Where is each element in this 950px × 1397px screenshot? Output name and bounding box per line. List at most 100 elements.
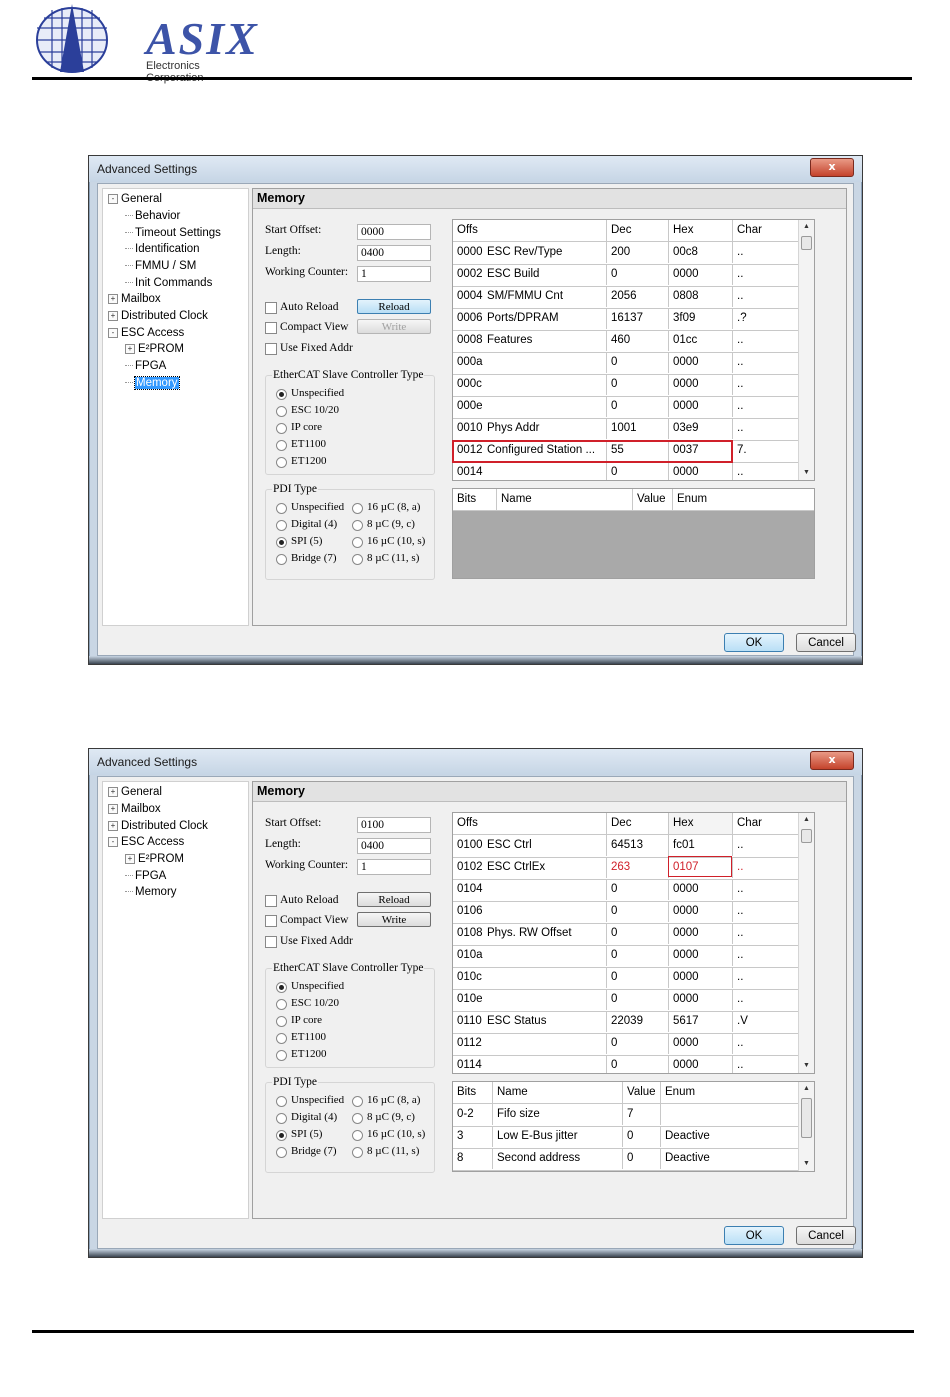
ok-button[interactable]: OK — [724, 1226, 784, 1245]
cell-hex[interactable]: 03e9 — [669, 418, 733, 439]
table-row[interactable]: 0114 0 0000.. — [453, 1055, 799, 1073]
radio-pdi-bridge[interactable] — [276, 1147, 287, 1158]
expand-icon[interactable]: + — [125, 343, 135, 354]
scroll-up-icon[interactable]: ▲ — [799, 220, 814, 234]
cell-dec[interactable]: 1001 — [607, 418, 669, 439]
cancel-button[interactable]: Cancel — [796, 1226, 856, 1245]
cell-hex[interactable]: 01cc — [669, 330, 733, 351]
bits-cell-name[interactable]: Fifo size — [493, 1104, 623, 1125]
table-row[interactable]: 000e 0 0000.. — [453, 396, 799, 419]
cell-dec[interactable]: 0 — [607, 945, 669, 966]
close-button[interactable]: x — [810, 751, 854, 770]
scroll-thumb[interactable] — [801, 829, 812, 843]
col-bits[interactable]: Bits — [453, 489, 497, 510]
start-offset-input[interactable]: 0100 — [357, 817, 431, 833]
settings-tree[interactable]: + General + Mailbox + Distributed Clock - ES… — [102, 781, 249, 1219]
bits-cell-value[interactable]: 0 — [623, 1126, 661, 1147]
tree-item-fpga[interactable]: FPGA — [125, 868, 166, 884]
cell-name[interactable]: ESC Build — [483, 264, 607, 285]
bits-row[interactable]: 3 Low E-Bus jitter 0 Deactive — [453, 1126, 799, 1149]
cell-offs[interactable]: 0000 — [453, 242, 483, 263]
cell-name[interactable]: Features — [483, 330, 607, 351]
write-button[interactable]: Write — [357, 912, 431, 927]
compact-view-checkbox[interactable] — [265, 915, 277, 927]
cell-offs[interactable]: 0014 — [453, 462, 483, 480]
cell-dec[interactable]: 0 — [607, 901, 669, 922]
cell-hex[interactable]: 0000 — [669, 945, 733, 966]
cell-name[interactable]: SM/FMMU Cnt — [483, 286, 607, 307]
use-fixed-addr-checkbox[interactable] — [265, 936, 277, 948]
cell-char[interactable]: .. — [733, 1055, 799, 1073]
cell-char[interactable]: .. — [733, 945, 799, 966]
radio-pdi-16uc-10s[interactable] — [352, 537, 363, 548]
expand-icon[interactable]: + — [108, 293, 118, 304]
cell-char[interactable]: .. — [733, 330, 799, 351]
memory-table[interactable]: Offs Dec Hex Char 0100 ESC Ctrl 64513 fc01.… — [452, 812, 815, 1074]
table-row[interactable]: 0102 ESC CtrlEx 263 0107.. — [453, 857, 799, 880]
radio-esc-unspecified[interactable] — [276, 982, 287, 993]
radio-esc-10-20[interactable] — [276, 406, 287, 417]
tree-item-esc-access[interactable]: - ESC Access — [108, 325, 184, 341]
cell-offs[interactable]: 0110 — [453, 1011, 483, 1032]
cell-hex[interactable]: 0808 — [669, 286, 733, 307]
cell-name[interactable]: Phys. RW Offset — [483, 923, 607, 944]
col-hex[interactable]: Hex — [669, 813, 733, 834]
cell-char[interactable]: .. — [733, 286, 799, 307]
auto-reload-checkbox[interactable] — [265, 302, 277, 314]
table-row[interactable]: 0000 ESC Rev/Type 200 00c8.. — [453, 242, 799, 265]
cell-dec[interactable]: 200 — [607, 242, 669, 263]
scroll-thumb[interactable] — [801, 236, 812, 250]
cell-offs[interactable]: 0008 — [453, 330, 483, 351]
bits-cell-enum[interactable]: Deactive — [661, 1148, 799, 1169]
cell-hex[interactable]: 0000 — [669, 396, 733, 417]
auto-reload-checkbox[interactable] — [265, 895, 277, 907]
scroll-down-icon[interactable]: ▼ — [799, 1157, 814, 1171]
cell-name[interactable]: Ports/DPRAM — [483, 308, 607, 329]
cell-offs[interactable]: 010a — [453, 945, 483, 966]
cell-name[interactable]: ESC Rev/Type — [483, 242, 607, 263]
radio-pdi-16uc-8a[interactable] — [352, 503, 363, 514]
expand-icon[interactable]: + — [125, 853, 135, 864]
radio-esc-10-20[interactable] — [276, 999, 287, 1010]
col-bits[interactable]: Bits — [453, 1082, 493, 1103]
cell-char[interactable]: .. — [733, 418, 799, 439]
cell-dec[interactable]: 263 — [607, 857, 669, 878]
cell-char[interactable]: .. — [733, 462, 799, 480]
bits-table[interactable]: Bits Name Value Enum 0-2 Fifo size 7 3 Low E… — [452, 1081, 815, 1172]
cell-dec[interactable]: 0 — [607, 967, 669, 988]
cell-dec[interactable]: 64513 — [607, 835, 669, 856]
length-input[interactable]: 0400 — [357, 245, 431, 261]
tree-item-general[interactable]: - General — [108, 191, 162, 207]
cell-hex[interactable]: 0000 — [669, 1033, 733, 1054]
cell-offs[interactable]: 0104 — [453, 879, 483, 900]
cell-offs[interactable]: 010c — [453, 967, 483, 988]
cell-offs[interactable]: 010e — [453, 989, 483, 1010]
bits-cell-bits[interactable]: 0-2 — [453, 1104, 493, 1125]
table-row[interactable]: 0014 0 0000.. — [453, 462, 799, 480]
col-name[interactable]: Name — [497, 489, 633, 510]
cell-char[interactable]: .V — [733, 1011, 799, 1032]
cell-char[interactable]: .. — [733, 396, 799, 417]
table-row[interactable]: 0112 0 0000.. — [453, 1033, 799, 1056]
bits-scrollbar[interactable]: ▲ ▼ — [798, 1082, 814, 1171]
table-row[interactable]: 0110 ESC Status 22039 5617 .V — [453, 1011, 799, 1034]
cell-char[interactable]: .. — [733, 835, 799, 856]
cell-name[interactable] — [483, 1033, 607, 1054]
scroll-up-icon[interactable]: ▲ — [799, 813, 814, 827]
bits-cell-enum[interactable]: Deactive — [661, 1126, 799, 1147]
use-fixed-addr-checkbox[interactable] — [265, 343, 277, 355]
cell-name[interactable] — [483, 396, 607, 417]
length-input[interactable]: 0400 — [357, 838, 431, 854]
col-dec[interactable]: Dec — [607, 813, 669, 834]
cell-dec[interactable]: 16137 — [607, 308, 669, 329]
scroll-up-icon[interactable]: ▲ — [799, 1082, 814, 1096]
cell-dec[interactable]: 460 — [607, 330, 669, 351]
write-button[interactable]: Write — [357, 319, 431, 334]
compact-view-checkbox[interactable] — [265, 322, 277, 334]
table-row[interactable]: 0002 ESC Build 0 0000.. — [453, 264, 799, 287]
radio-et1200[interactable] — [276, 457, 287, 468]
memory-scrollbar[interactable]: ▲ ▼ — [798, 813, 814, 1073]
dialog-titlebar[interactable]: Advanced Settings x — [89, 156, 862, 182]
table-row[interactable]: 010e 0 0000.. — [453, 989, 799, 1012]
table-row[interactable]: 0106 0 0000.. — [453, 901, 799, 924]
